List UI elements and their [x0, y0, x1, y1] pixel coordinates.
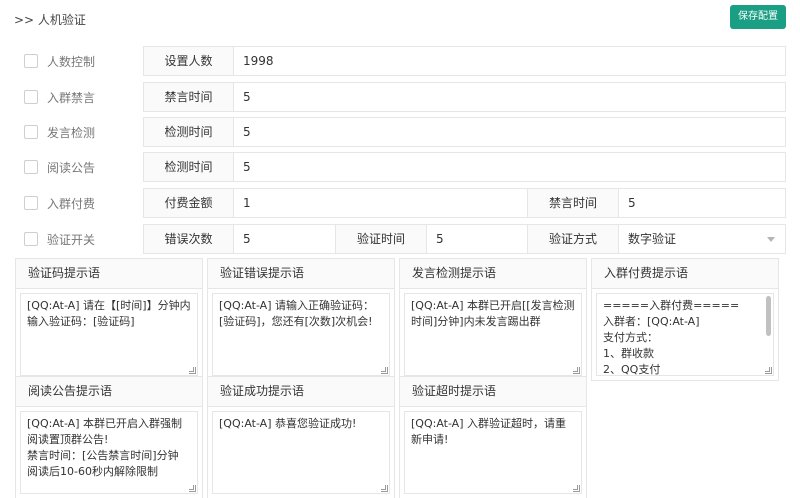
join-mute-checkbox[interactable] [24, 90, 38, 104]
panel-verify-timeout-prompt: 验证超时提示语 [QQ:At-A] 入群验证超时，请重新申请! [399, 376, 587, 498]
read-notice-time-input[interactable]: 5 [233, 152, 786, 182]
resize-handle-icon[interactable] [189, 485, 196, 492]
resize-handle-icon[interactable] [573, 485, 580, 492]
panel-captcha-prompt: 验证码提示语 [QQ:At-A] 请在【[时间]】分钟内输入验证码：[验证码] [15, 258, 203, 381]
textarea-content: [QQ:At-A] 入群验证超时，请重新申请! [411, 417, 566, 446]
captcha-prompt-textarea[interactable]: [QQ:At-A] 请在【[时间]】分钟内输入验证码：[验证码] [20, 293, 198, 376]
verify-method-value: 数字验证 [628, 232, 677, 246]
panel-header: 发言检测提示语 [400, 259, 586, 289]
verify-time-label: 验证时间 [335, 224, 427, 254]
read-notice-time-label: 检测时间 [143, 152, 234, 182]
chevron-down-icon [767, 237, 775, 242]
resize-handle-icon[interactable] [381, 367, 388, 374]
page-title: >> 人机验证 [14, 13, 86, 27]
verify-timeout-prompt-textarea[interactable]: [QQ:At-A] 入群验证超时，请重新申请! [404, 411, 582, 494]
error-count-input[interactable]: 5 [233, 224, 336, 254]
speech-check-prompt-textarea[interactable]: [QQ:At-A] 本群已开启[[发言检测时间]分钟]内未发言踢出群 [404, 293, 582, 376]
read-notice-toggle-label: 阅读公告 [47, 161, 96, 175]
panel-header: 阅读公告提示语 [16, 377, 202, 407]
save-config-button[interactable]: 保存配置 [730, 5, 786, 29]
resize-handle-icon[interactable] [573, 367, 580, 374]
headcount-label: 设置人数 [143, 46, 234, 76]
textarea-content: [QQ:At-A] 恭喜您验证成功! [219, 417, 357, 430]
mute-time-input[interactable]: 5 [233, 82, 786, 112]
resize-handle-icon[interactable] [381, 485, 388, 492]
textarea-content: [QQ:At-A] 本群已开启入群强制阅读置顶群公告! 禁言时间：[公告禁言时间… [27, 417, 182, 478]
panel-header: 验证码提示语 [16, 259, 202, 289]
panel-header: 验证错误提示语 [208, 259, 394, 289]
verify-error-prompt-textarea[interactable]: [QQ:At-A] 请输入正确验证码：[验证码]，您还有[次数]次机会! [212, 293, 390, 376]
mute-time-label: 禁言时间 [143, 82, 234, 112]
panel-verify-error-prompt: 验证错误提示语 [QQ:At-A] 请输入正确验证码：[验证码]，您还有[次数]… [207, 258, 395, 381]
scrollbar[interactable] [766, 296, 771, 336]
speech-check-time-label: 检测时间 [143, 117, 234, 147]
error-count-label: 错误次数 [143, 224, 234, 254]
join-pay-checkbox[interactable] [24, 196, 38, 210]
join-mute-toggle-label: 入群禁言 [47, 91, 96, 105]
pay-mute-time-label: 禁言时间 [527, 188, 619, 218]
resize-handle-icon[interactable] [189, 367, 196, 374]
setting-row-read-notice: 阅读公告 检测时间 5 [0, 152, 800, 182]
join-pay-toggle-label: 入群付费 [47, 197, 96, 211]
panel-read-notice-prompt: 阅读公告提示语 [QQ:At-A] 本群已开启入群强制阅读置顶群公告! 禁言时间… [15, 376, 203, 498]
setting-row-verify: 验证开关 错误次数 5 验证时间 5 验证方式 数字验证 [0, 224, 800, 254]
textarea-content: =====入群付费===== 入群者：[QQ:At-A] 支付方式： 1、群收款… [603, 299, 740, 376]
verify-success-prompt-textarea[interactable]: [QQ:At-A] 恭喜您验证成功! [212, 411, 390, 494]
headcount-input[interactable]: 1998 [233, 46, 786, 76]
textarea-content: [QQ:At-A] 本群已开启[[发言检测时间]分钟]内未发言踢出群 [411, 299, 575, 328]
panel-verify-success-prompt: 验证成功提示语 [QQ:At-A] 恭喜您验证成功! [207, 376, 395, 498]
setting-row-join-mute: 入群禁言 禁言时间 5 [0, 82, 800, 112]
setting-row-speech-check: 发言检测 检测时间 5 [0, 117, 800, 147]
textarea-content: [QQ:At-A] 请在【[时间]】分钟内输入验证码：[验证码] [27, 299, 191, 328]
textarea-content: [QQ:At-A] 请输入正确验证码：[验证码]，您还有[次数]次机会! [219, 299, 374, 328]
pay-amount-input[interactable]: 1 [233, 188, 528, 218]
speech-check-time-input[interactable]: 5 [233, 117, 786, 147]
verify-checkbox[interactable] [24, 232, 38, 246]
panel-speech-check-prompt: 发言检测提示语 [QQ:At-A] 本群已开启[[发言检测时间]分钟]内未发言踢… [399, 258, 587, 381]
panel-header: 验证成功提示语 [208, 377, 394, 407]
panel-header: 入群付费提示语 [592, 259, 778, 289]
read-notice-checkbox[interactable] [24, 160, 38, 174]
read-notice-prompt-textarea[interactable]: [QQ:At-A] 本群已开启入群强制阅读置顶群公告! 禁言时间：[公告禁言时间… [20, 411, 198, 494]
pay-mute-time-input[interactable]: 5 [618, 188, 786, 218]
setting-row-headcount: 人数控制 设置人数 1998 [0, 46, 800, 76]
speech-check-toggle-label: 发言检测 [47, 126, 96, 140]
verify-time-input[interactable]: 5 [426, 224, 528, 254]
setting-row-join-pay: 入群付费 付费金额 1 禁言时间 5 [0, 188, 800, 218]
join-pay-prompt-textarea[interactable]: =====入群付费===== 入群者：[QQ:At-A] 支付方式： 1、群收款… [596, 293, 774, 376]
verify-method-label: 验证方式 [527, 224, 619, 254]
speech-check-checkbox[interactable] [24, 125, 38, 139]
panel-header: 验证超时提示语 [400, 377, 586, 407]
headcount-checkbox[interactable] [24, 54, 38, 68]
verify-toggle-label: 验证开关 [47, 233, 96, 247]
resize-handle-icon[interactable] [765, 367, 772, 374]
panel-join-pay-prompt: 入群付费提示语 =====入群付费===== 入群者：[QQ:At-A] 支付方… [591, 258, 779, 381]
verify-method-select[interactable]: 数字验证 [618, 224, 786, 254]
pay-amount-label: 付费金额 [143, 188, 234, 218]
headcount-toggle-label: 人数控制 [47, 55, 96, 69]
